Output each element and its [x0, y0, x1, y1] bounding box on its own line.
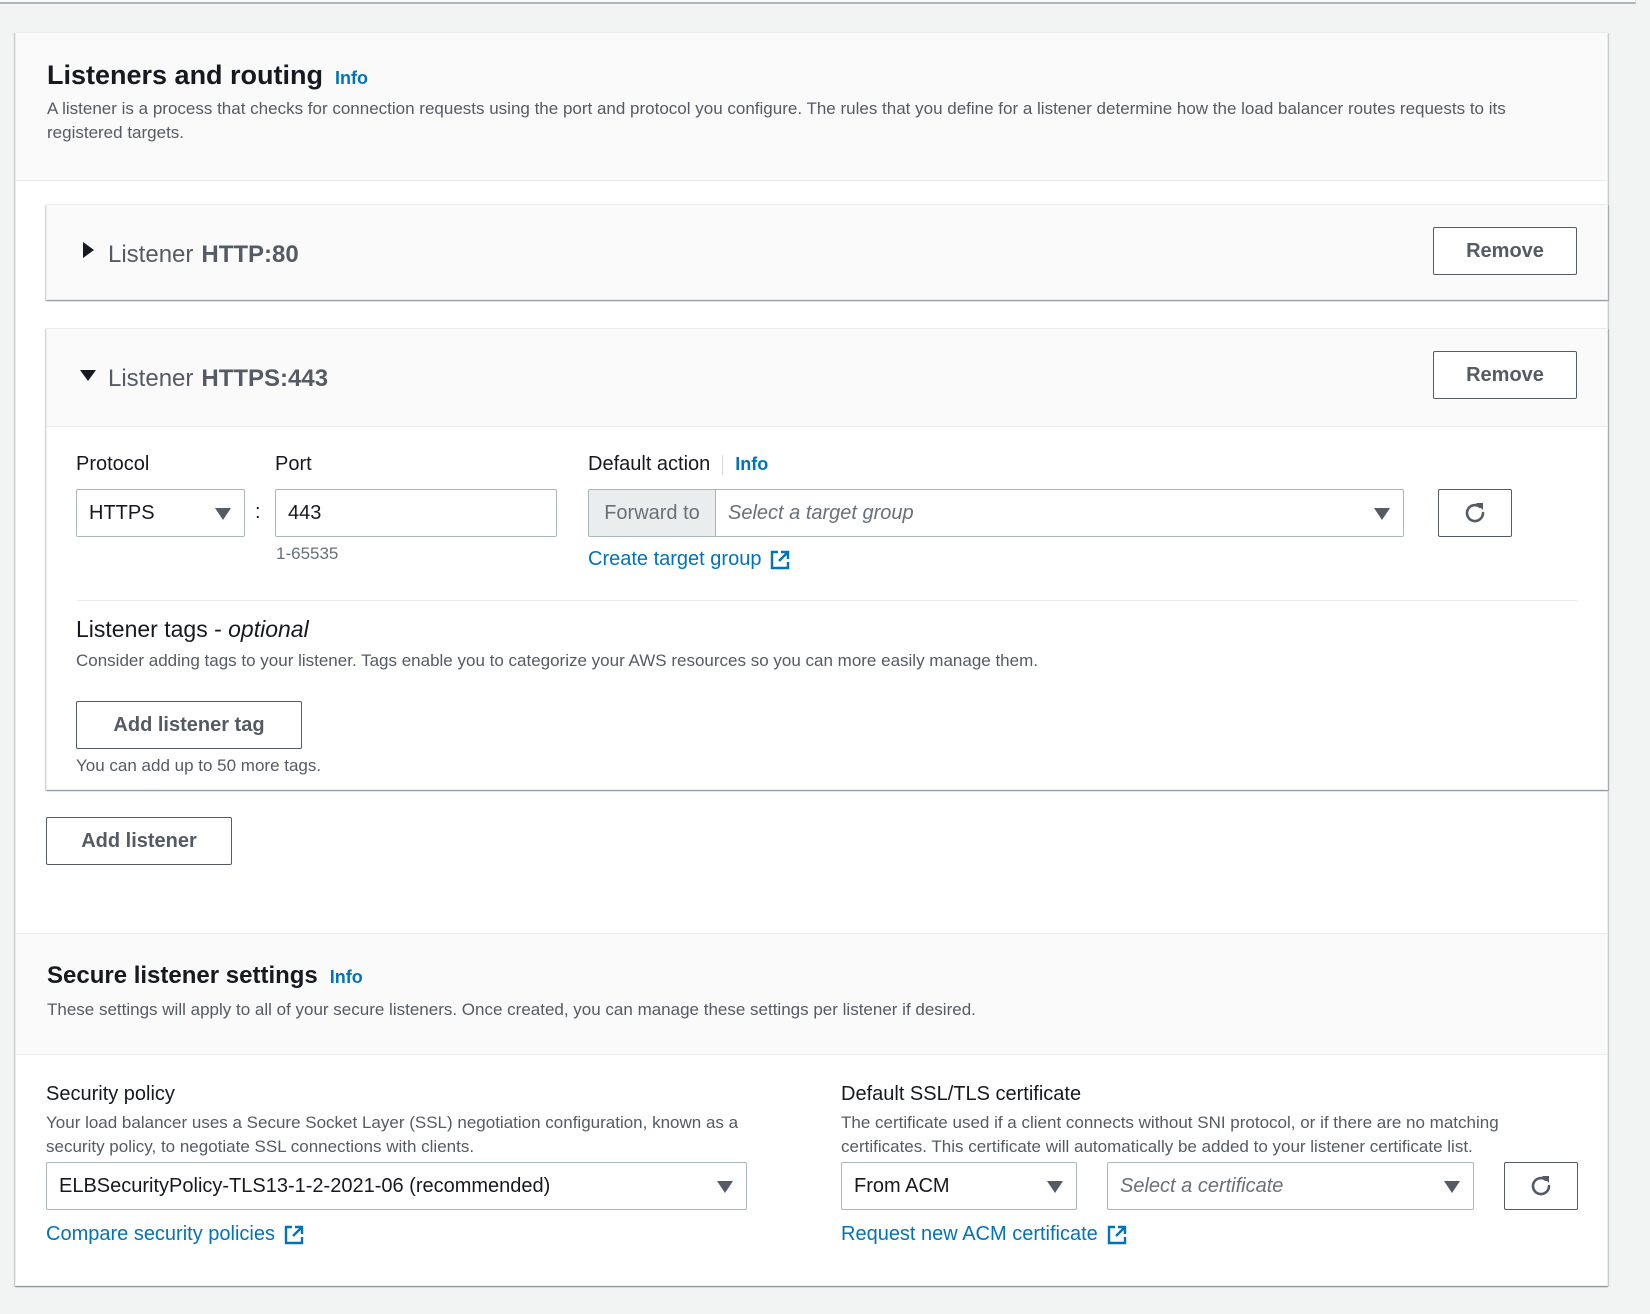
listener-http-title[interactable]: Listener HTTP:80 — [108, 241, 299, 269]
tags-limit-hint: You can add up to 50 more tags. — [76, 756, 322, 775]
listener-https-prefix: Listener — [108, 365, 194, 392]
port-hint: 1-65535 — [276, 544, 339, 563]
add-listener-button[interactable]: Add listener — [46, 817, 232, 865]
listener-https-name: HTTPS:443 — [201, 365, 329, 392]
dropdown-arrow-icon — [717, 1181, 733, 1193]
protocol-port-separator: : — [255, 501, 261, 523]
listeners-title: Listeners and routing — [47, 60, 324, 90]
label-divider — [722, 454, 724, 475]
external-link-icon — [1107, 1225, 1126, 1244]
protocol-label: Protocol — [76, 453, 150, 475]
port-value: 443 — [288, 501, 322, 524]
dropdown-arrow-icon — [1444, 1181, 1460, 1193]
secure-settings-heading: Secure listener settings Info — [47, 962, 363, 990]
refresh-icon — [1465, 503, 1485, 523]
listeners-panel: Listeners and routing Info A listener is… — [15, 32, 1608, 1286]
secure-settings-description: These settings will apply to all of your… — [47, 1000, 976, 1019]
protocol-select[interactable]: HTTPS — [76, 489, 245, 537]
refresh-icon — [1531, 1176, 1551, 1196]
create-target-group-link[interactable]: Create target group — [588, 548, 791, 571]
target-group-select[interactable]: Select a target group — [715, 489, 1404, 537]
caret-right-icon[interactable] — [79, 241, 97, 259]
dropdown-arrow-icon — [1047, 1181, 1063, 1193]
default-action-label: Default action — [588, 453, 711, 475]
listener-http-prefix: Listener — [108, 241, 194, 268]
port-input[interactable]: 443 — [275, 489, 557, 537]
security-policy-value: ELBSecurityPolicy-TLS13-1-2-2021-06 (rec… — [59, 1174, 551, 1197]
create-target-group-label: Create target group — [588, 548, 762, 570]
tags-divider — [77, 600, 1577, 601]
tags-optional-text: optional — [228, 616, 309, 642]
listener-http-name: HTTP:80 — [201, 241, 299, 268]
listener-tags-description: Consider adding tags to your listener. T… — [76, 651, 1038, 670]
caret-down-icon[interactable] — [79, 366, 97, 384]
forward-to-addon: Forward to — [588, 489, 715, 537]
listeners-description: A listener is a process that checks for … — [47, 99, 1506, 142]
refresh-target-groups-button[interactable] — [1438, 489, 1512, 537]
security-policy-label: Security policy — [46, 1083, 175, 1105]
external-link-icon — [284, 1225, 304, 1244]
listeners-heading: Listeners and routing Info — [47, 60, 368, 91]
compare-security-policies-link[interactable]: Compare security policies — [46, 1223, 305, 1246]
secure-settings-header: Secure listener settings Info These sett… — [16, 933, 1607, 1055]
listeners-content: Listener HTTP:80 Remove Listener HTTPS:443… — [16, 181, 1608, 933]
dropdown-arrow-icon — [215, 508, 231, 520]
remove-https-listener-button[interactable]: Remove — [1433, 351, 1577, 399]
listeners-header: Listeners and routing Info A listener is… — [16, 33, 1607, 181]
listener-http-header[interactable]: Listener HTTP:80 Remove — [47, 205, 1607, 299]
protocol-value: HTTPS — [89, 501, 155, 524]
default-action-heading: Default action Info — [588, 453, 768, 476]
security-policy-description: Your load balancer uses a Secure Socket … — [46, 1113, 739, 1156]
listener-tags-title: Listener tags - optional — [76, 616, 309, 643]
secure-settings-content: Security policy Your load balancer uses … — [16, 1055, 1607, 1286]
request-acm-certificate-link[interactable]: Request new ACM certificate — [841, 1223, 1128, 1246]
listener-https-title[interactable]: Listener HTTPS:443 — [108, 365, 328, 393]
secure-settings-title: Secure listener settings — [47, 962, 318, 989]
previous-panel-edge — [0, 0, 1636, 4]
secure-settings-info-link[interactable]: Info — [330, 967, 363, 988]
remove-http-listener-button[interactable]: Remove — [1433, 227, 1577, 275]
compare-security-policies-label: Compare security policies — [46, 1223, 275, 1245]
listener-https-header[interactable]: Listener HTTPS:443 Remove — [47, 329, 1607, 427]
target-group-placeholder: Select a target group — [728, 501, 914, 524]
request-acm-certificate-label: Request new ACM certificate — [841, 1223, 1098, 1245]
listeners-info-link[interactable]: Info — [335, 68, 368, 89]
dropdown-arrow-icon — [1374, 508, 1390, 520]
add-listener-tag-button[interactable]: Add listener tag — [76, 701, 302, 749]
tags-title-text: Listener tags - — [76, 616, 229, 642]
default-certificate-description: The certificate used if a client connect… — [841, 1113, 1499, 1156]
external-link-icon — [771, 550, 790, 569]
certificate-source-select[interactable]: From ACM — [841, 1162, 1077, 1210]
listener-https-443: Listener HTTPS:443 Remove Protocol HTTPS … — [46, 328, 1608, 790]
certificate-placeholder: Select a certificate — [1120, 1174, 1284, 1197]
security-policy-select[interactable]: ELBSecurityPolicy-TLS13-1-2-2021-06 (rec… — [46, 1162, 747, 1210]
port-label: Port — [275, 453, 312, 475]
default-action-info-link[interactable]: Info — [735, 454, 768, 475]
certificate-select[interactable]: Select a certificate — [1107, 1162, 1474, 1210]
listener-http-80: Listener HTTP:80 Remove — [46, 204, 1608, 300]
certificate-source-value: From ACM — [854, 1174, 950, 1197]
default-certificate-label: Default SSL/TLS certificate — [841, 1083, 1082, 1105]
refresh-certificates-button[interactable] — [1504, 1162, 1578, 1210]
